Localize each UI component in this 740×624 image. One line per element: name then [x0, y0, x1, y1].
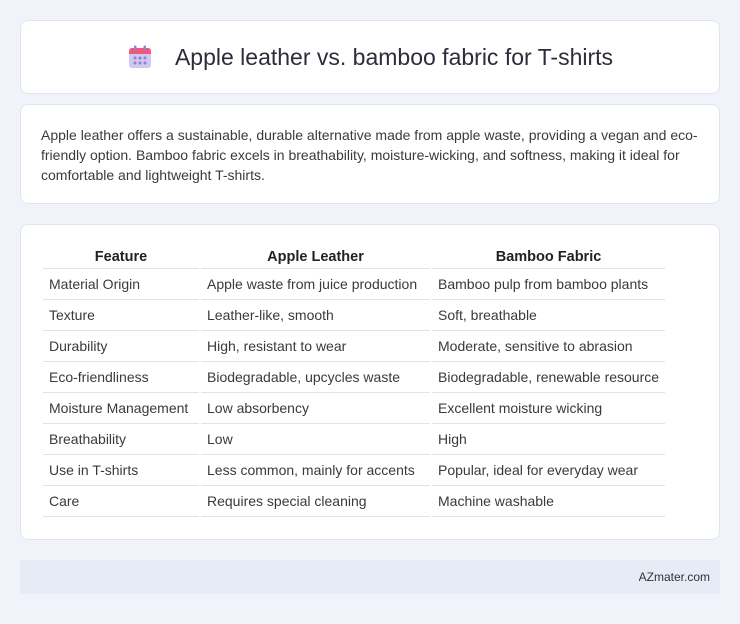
summary-card: Apple leather offers a sustainable, dura…	[20, 104, 720, 204]
feature-cell: Eco-friendliness	[43, 362, 199, 393]
table-row: Moisture Management Low absorbency Excel…	[43, 393, 666, 424]
apple-leather-cell: Low absorbency	[201, 393, 430, 424]
summary-text: Apple leather offers a sustainable, dura…	[41, 127, 698, 183]
table-row: Material Origin Apple waste from juice p…	[43, 269, 666, 300]
feature-cell: Material Origin	[43, 269, 199, 300]
bamboo-fabric-cell: Bamboo pulp from bamboo plants	[432, 269, 666, 300]
apple-leather-cell: Leather-like, smooth	[201, 300, 430, 331]
table-row: Texture Leather-like, smooth Soft, breat…	[43, 300, 666, 331]
footer: AZmater.com	[20, 560, 720, 594]
table-row: Use in T-shirts Less common, mainly for …	[43, 455, 666, 486]
column-header-bamboo-fabric: Bamboo Fabric	[432, 245, 666, 269]
feature-cell: Texture	[43, 300, 199, 331]
comparison-table: Feature Apple Leather Bamboo Fabric Mate…	[41, 245, 667, 517]
feature-cell: Durability	[43, 331, 199, 362]
bamboo-fabric-cell: Popular, ideal for everyday wear	[432, 455, 666, 486]
bamboo-fabric-cell: Moderate, sensitive to abrasion	[432, 331, 666, 362]
page-title: Apple leather vs. bamboo fabric for T-sh…	[174, 43, 614, 70]
feature-cell: Breathability	[43, 424, 199, 455]
bamboo-fabric-cell: Machine washable	[432, 486, 666, 517]
table-row: Breathability Low High	[43, 424, 666, 455]
bamboo-fabric-cell: Biodegradable, renewable resource	[432, 362, 666, 393]
column-header-apple-leather: Apple Leather	[201, 245, 430, 269]
feature-cell: Care	[43, 486, 199, 517]
header: Apple leather vs. bamboo fabric for T-sh…	[127, 44, 613, 71]
column-header-feature: Feature	[43, 245, 199, 269]
apple-leather-cell: Requires special cleaning	[201, 486, 430, 517]
apple-leather-cell: Apple waste from juice production	[201, 269, 430, 300]
apple-leather-cell: Biodegradable, upcycles waste	[201, 362, 430, 393]
table-header-row: Feature Apple Leather Bamboo Fabric	[43, 245, 666, 269]
feature-cell: Moisture Management	[43, 393, 199, 424]
apple-leather-cell: Less common, mainly for accents	[201, 455, 430, 486]
table-row: Eco-friendliness Biodegradable, upcycles…	[43, 362, 666, 393]
bamboo-fabric-cell: High	[432, 424, 666, 455]
table-row: Care Requires special cleaning Machine w…	[43, 486, 666, 517]
apple-leather-cell: High, resistant to wear	[201, 331, 430, 362]
apple-leather-cell: Low	[201, 424, 430, 455]
feature-cell: Use in T-shirts	[43, 455, 199, 486]
comparison-table-card: Feature Apple Leather Bamboo Fabric Mate…	[20, 224, 720, 540]
table-row: Durability High, resistant to wear Moder…	[43, 331, 666, 362]
bamboo-fabric-cell: Excellent moisture wicking	[432, 393, 666, 424]
footer-site-link[interactable]: AZmater.com	[639, 570, 710, 584]
header-card: Apple leather vs. bamboo fabric for T-sh…	[20, 20, 720, 94]
calendar-icon	[128, 45, 151, 68]
bamboo-fabric-cell: Soft, breathable	[432, 300, 666, 331]
